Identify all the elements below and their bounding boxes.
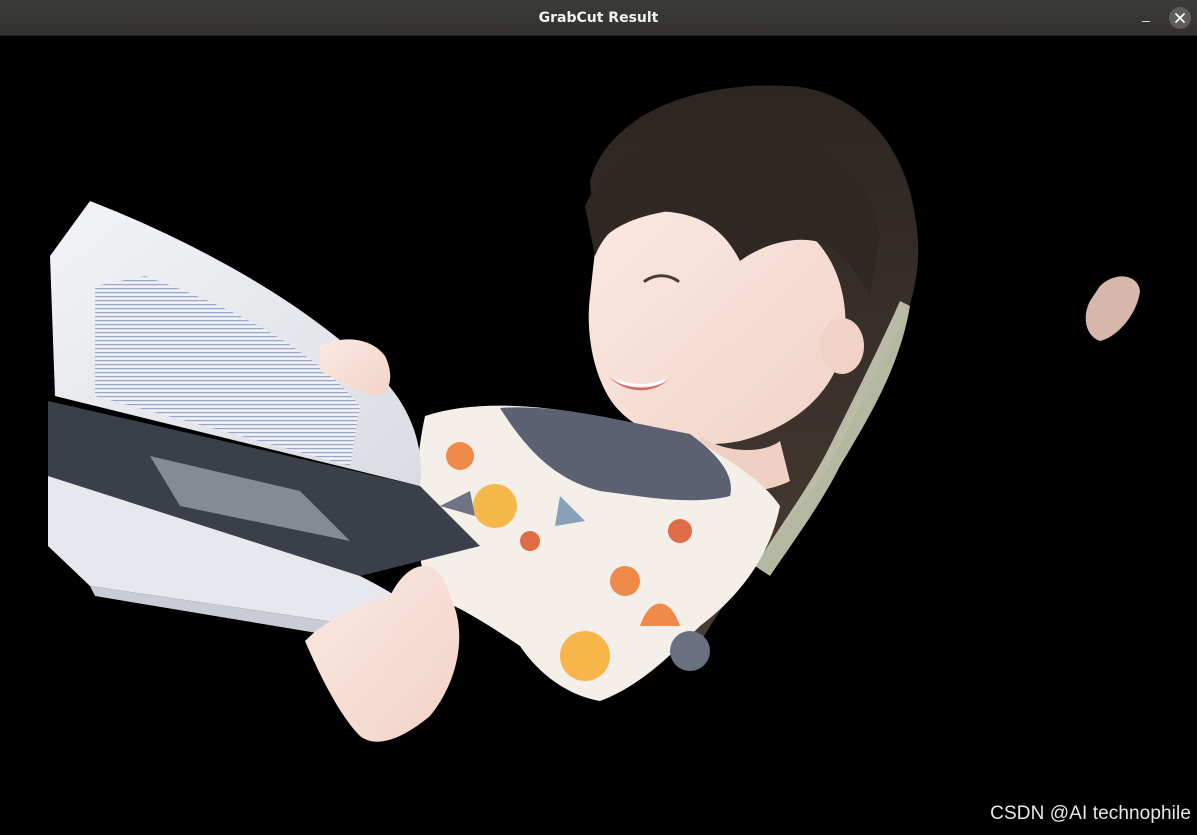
window-titlebar[interactable]: GrabCut Result (0, 0, 1197, 36)
ear-shape (820, 318, 864, 374)
close-button[interactable] (1169, 7, 1191, 29)
watermark-text: CSDN @AI technophile (990, 803, 1191, 824)
stray-fragment-shape (1085, 276, 1140, 341)
minimize-icon (1142, 21, 1150, 22)
grabcut-foreground-image (48, 85, 1140, 742)
image-canvas: CSDN @AI technophile (0, 36, 1197, 835)
minimize-button[interactable] (1135, 7, 1157, 29)
close-icon (1175, 13, 1185, 23)
window-title: GrabCut Result (538, 10, 659, 26)
